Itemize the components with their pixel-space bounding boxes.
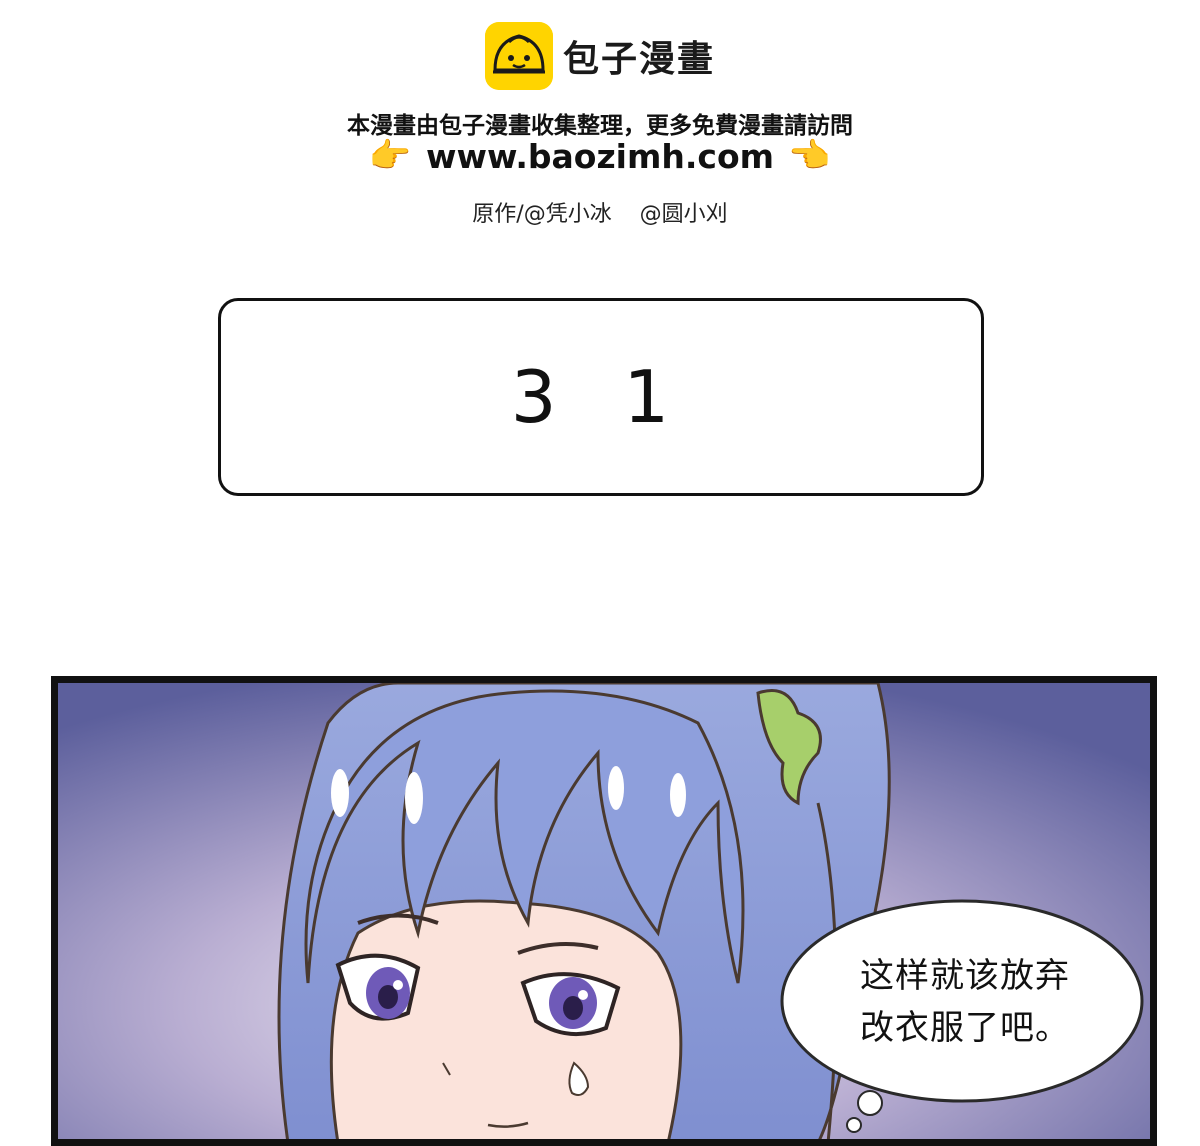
speech-bubble-text: 这样就该放弃 改衣服了吧。 [860,950,1140,1054]
site-notice: 本漫畫由包子漫畫收集整理，更多免費漫畫請訪問 [347,113,853,139]
comic-illustration [58,683,1150,1139]
chapter-number: 3 1 [510,355,692,439]
pointing-hand-icon: 👈 [788,136,831,176]
url-row: 👈 www.baozimh.com 👈 [0,136,1200,176]
pointing-hand-icon: 👈 [369,136,412,176]
speech-line: 改衣服了吧。 [860,1008,1070,1048]
site-brand[interactable]: 包子漫畫 [0,22,1200,90]
bun-mascot-icon [484,22,553,90]
brand-name: 包子漫畫 [562,39,715,80]
credits: 原作/@凭小冰 @圆小刈 [472,202,728,227]
comic-panel [51,676,1157,1146]
site-url-link[interactable]: www.baozimh.com [426,137,774,176]
chapter-title-box: 3 1 [218,298,984,496]
speech-line: 这样就该放弃 [860,956,1070,996]
